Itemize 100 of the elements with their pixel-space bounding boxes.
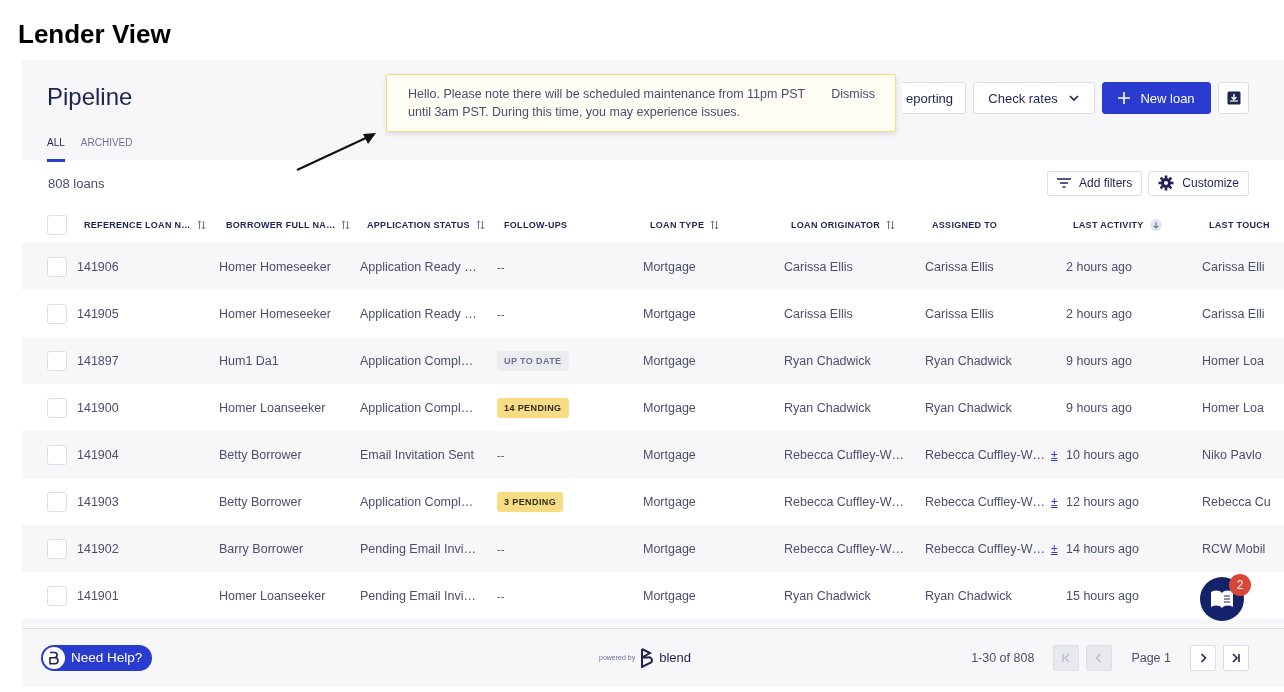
logo-icon (640, 647, 655, 668)
last-icon (1230, 651, 1242, 664)
table-cell: Application Compl… (360, 400, 474, 415)
checkbox[interactable] (47, 397, 67, 418)
sort-icon (886, 219, 896, 230)
download-icon (1226, 91, 1241, 105)
checkbox[interactable] (47, 538, 67, 559)
column-header[interactable]: REFERENCE LOAN N… (77, 219, 219, 230)
table-cell: 141901 (77, 588, 119, 603)
table-cell: RCW Mobil (1202, 541, 1266, 556)
table-cell: Homer Loa (1202, 353, 1264, 368)
checkbox[interactable] (47, 491, 67, 512)
table-cell: Mortgage (643, 588, 696, 603)
table-cell: -- (497, 589, 505, 602)
more-assignees-link[interactable]: ± (1050, 494, 1058, 509)
dismiss-link[interactable]: Dismiss (831, 85, 875, 131)
add-filters-button[interactable]: Add filters (1046, 170, 1143, 196)
status-badge: UP TO DATE (497, 350, 569, 371)
plus-icon (1118, 92, 1131, 104)
checkbox[interactable] (47, 256, 67, 277)
next-page-button[interactable] (1190, 644, 1216, 671)
table-cell: 12 hours ago (1066, 494, 1139, 509)
table-cell: Carissa Elli (1202, 259, 1265, 274)
table-cell: -- (497, 448, 505, 461)
column-header[interactable]: BORROWER FULL NA… (219, 219, 360, 230)
table-cell: Homer Loa (1202, 400, 1264, 415)
table-cell: Ryan Chadwick (784, 588, 871, 603)
column-header[interactable]: LOAN ORIGINATOR (784, 219, 925, 230)
column-header[interactable]: LAST TOUCH (1202, 219, 1284, 230)
chevron-down-icon (1067, 94, 1080, 102)
table-cell: Homer Homeseeker (219, 306, 331, 321)
last-page-button[interactable] (1223, 644, 1249, 671)
table-cell: Betty Borrower (219, 447, 302, 462)
table-cell: Rebecca Cuffley-W… (925, 494, 1045, 509)
table-cell: Mortgage (643, 494, 696, 509)
table-cell: Ryan Chadwick (925, 353, 1012, 368)
table-cell: 14 hours ago (1066, 541, 1139, 556)
table-cell: Pending Email Invi… (360, 588, 477, 603)
status-badge: 3 PENDING (497, 491, 564, 512)
checkbox[interactable] (47, 214, 67, 235)
sort-icon (341, 219, 351, 230)
sort-icon (710, 219, 720, 230)
column-header[interactable]: LOAN TYPE (643, 219, 784, 230)
table-cell: 141906 (77, 259, 119, 274)
table-cell: 141903 (77, 494, 119, 509)
table-cell: 15 hours ago (1066, 588, 1139, 603)
more-assignees-link[interactable]: ± (1050, 541, 1058, 556)
table-cell: 10 hours ago (1066, 447, 1139, 462)
page-number: Page 1 (1131, 650, 1171, 665)
status-badge: 14 PENDING (497, 397, 569, 418)
check-rates-button[interactable]: Check rates (973, 82, 1095, 114)
checkbox[interactable] (47, 585, 67, 606)
column-header[interactable]: ASSIGNED TO (925, 219, 1066, 230)
table-cell: Ryan Chadwick (784, 353, 871, 368)
tab[interactable]: ARCHIVED (80, 133, 133, 162)
table-cell: Carissa Ellis (784, 306, 853, 321)
table-cell: 9 hours ago (1066, 353, 1133, 368)
more-assignees-link[interactable]: ± (1050, 447, 1058, 462)
column-header[interactable]: LAST ACTIVITY (1066, 218, 1202, 231)
table-cell: Homer Loanseeker (219, 400, 326, 415)
table-cell: Carissa Ellis (925, 259, 994, 274)
customize-button[interactable]: Customize (1148, 170, 1249, 196)
table-cell: Application Compl… (360, 494, 474, 509)
table-cell: 141900 (77, 400, 119, 415)
download-button[interactable] (1218, 82, 1249, 114)
new-loan-button[interactable]: New loan (1102, 82, 1211, 114)
table-cell: -- (497, 260, 505, 273)
table-cell: 141904 (77, 447, 119, 462)
checkbox[interactable] (47, 303, 67, 324)
table-cell: Niko Pavlo (1202, 447, 1262, 462)
tab[interactable]: ALL (47, 133, 65, 162)
filter-icon (1056, 178, 1071, 188)
logo-icon (48, 650, 60, 665)
column-header[interactable]: FOLLOW-UPS (497, 219, 643, 230)
table-cell: Mortgage (643, 259, 696, 274)
need-help-button[interactable]: Need Help? (41, 644, 153, 671)
table-cell: Application Compl… (360, 353, 474, 368)
table-cell: -- (497, 307, 505, 320)
reporting-button[interactable]: eporting (902, 82, 966, 114)
table-cell: Ryan Chadwick (925, 588, 1012, 603)
page-title: Lender View (17, 18, 171, 49)
brand-name: blend (659, 650, 691, 665)
table-cell: 141902 (77, 541, 119, 556)
table-cell: Mortgage (643, 353, 696, 368)
table-cell: Mortgage (643, 541, 696, 556)
table-cell: Barry Borrower (219, 541, 304, 556)
table-cell: 141905 (77, 306, 119, 321)
checkbox[interactable] (47, 444, 67, 465)
checkbox[interactable] (47, 350, 67, 371)
table-cell: Email Invitation Sent (360, 447, 474, 462)
table-cell: Rebecca Cuffley-W… (784, 447, 904, 462)
table-cell: Rebecca Cuffley-W… (925, 447, 1045, 462)
table-cell: Homer Homeseeker (219, 259, 331, 274)
notification-badge: 2 (1229, 574, 1251, 596)
column-header[interactable]: APPLICATION STATUS (360, 219, 497, 230)
book-icon (1210, 589, 1234, 609)
table-cell: Application Ready … (360, 259, 477, 274)
table-cell: Hum1 Da1 (219, 353, 279, 368)
table-cell: Application Ready … (360, 306, 477, 321)
table-cell: Carissa Ellis (925, 306, 994, 321)
